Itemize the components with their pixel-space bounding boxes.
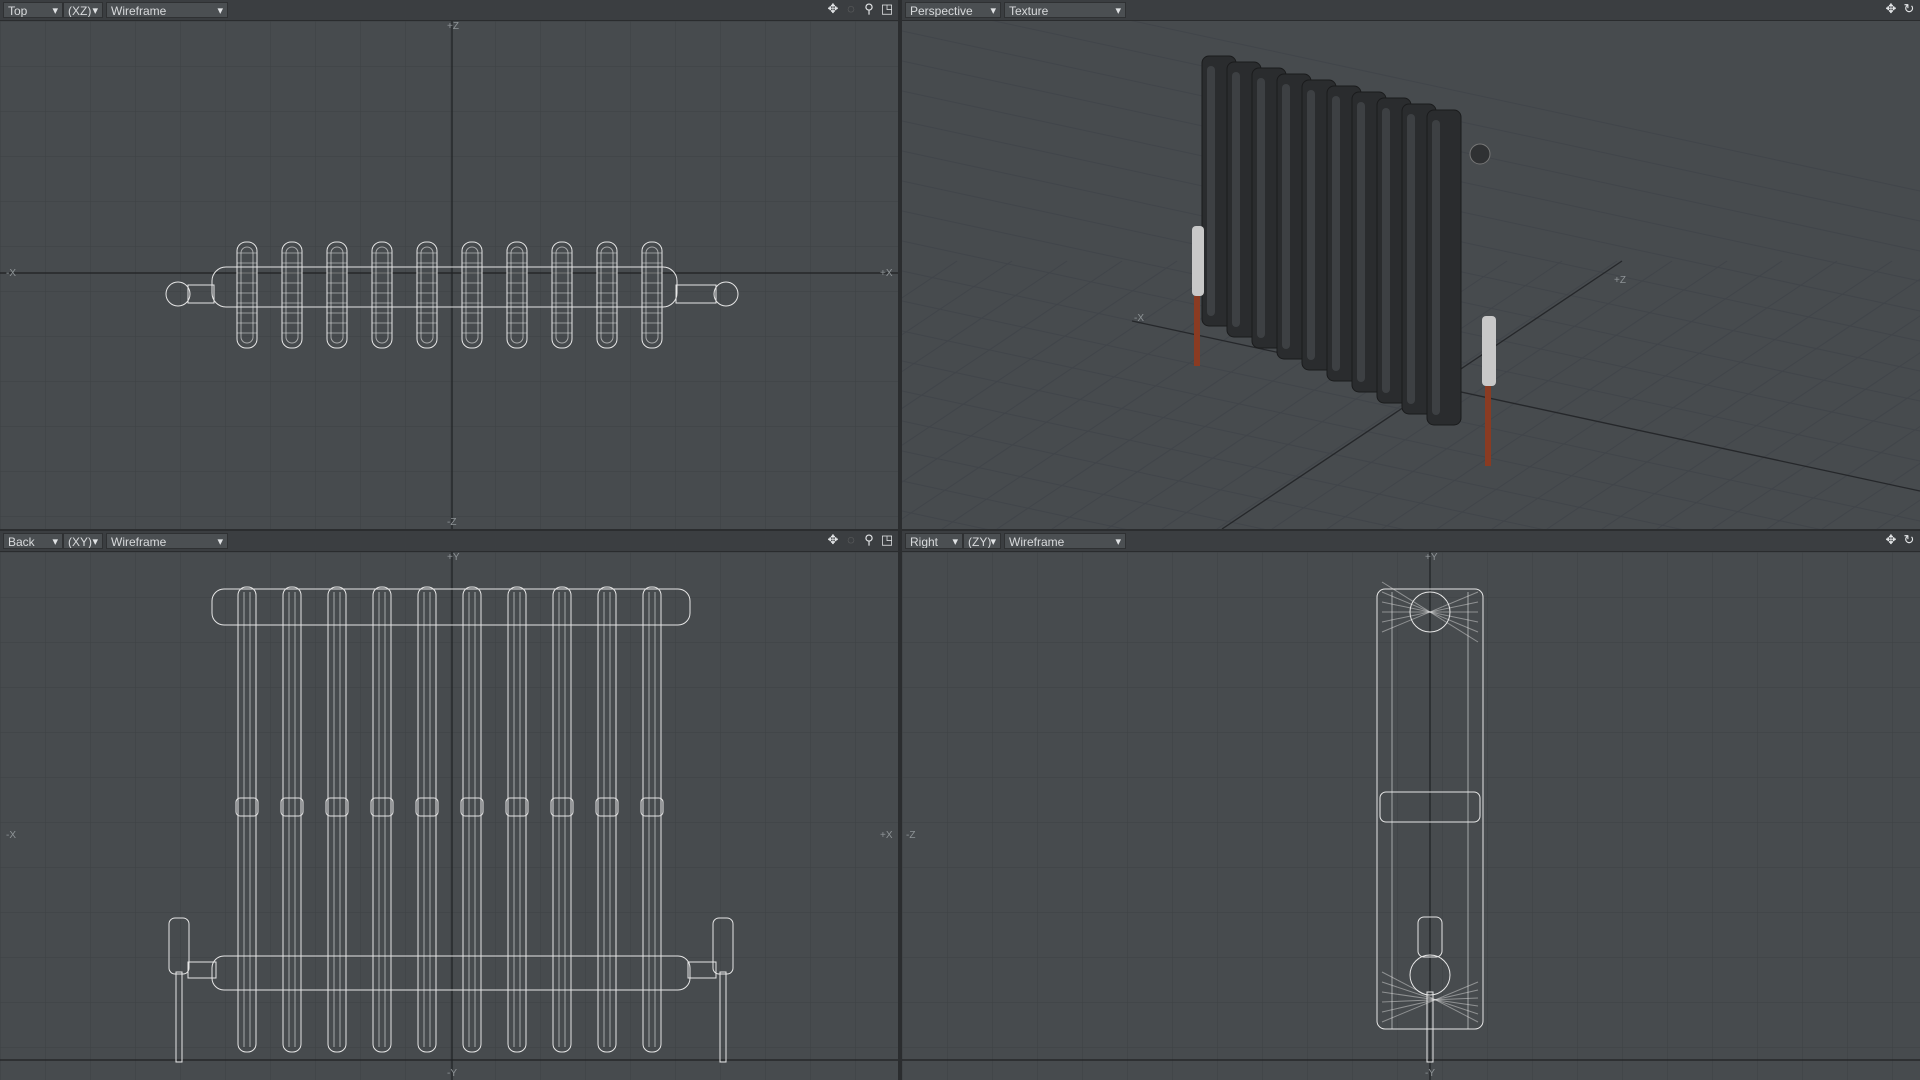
maximize-view-icon[interactable]: ◳ bbox=[880, 2, 894, 16]
rotate-view-icon[interactable]: ◌ bbox=[844, 533, 858, 547]
zoom-view-icon[interactable]: ⚲ bbox=[862, 533, 876, 547]
axis-label-top: +Y bbox=[447, 552, 460, 563]
axis-label-z: +Z bbox=[1614, 275, 1626, 286]
viewport-right[interactable]: Right (ZY) Wireframe ✥ ↻ -Z +Y -Y bbox=[902, 531, 1920, 1080]
viewport-canvas[interactable]: -Z +Y -Y bbox=[902, 552, 1920, 1080]
rotate-view-icon[interactable]: ↻ bbox=[1902, 2, 1916, 16]
viewport-tools: ✥ ◌ ⚲ ◳ bbox=[826, 2, 894, 16]
view-type-select[interactable]: Top bbox=[3, 2, 63, 18]
viewport-tools: ✥ ◌ ⚲ ◳ bbox=[826, 533, 894, 547]
viewport-back[interactable]: Back (XY) Wireframe ✥ ◌ ⚲ ◳ -X +X +Y -Y bbox=[0, 531, 898, 1080]
axis-label-left: -X bbox=[6, 830, 16, 841]
maximize-view-icon[interactable]: ◳ bbox=[880, 533, 894, 547]
render-mode-select[interactable]: Wireframe bbox=[1004, 533, 1126, 549]
bleed-valve bbox=[1469, 143, 1491, 165]
axis-label-top: +Z bbox=[447, 21, 459, 32]
viewport-header: Back (XY) Wireframe ✥ ◌ ⚲ ◳ bbox=[0, 531, 898, 552]
right-view-svg: -Z +Y -Y bbox=[902, 552, 1920, 1080]
viewport-tools: ✥ ↻ bbox=[1884, 533, 1916, 547]
axis-label-right: +X bbox=[880, 830, 893, 841]
viewport-perspective[interactable]: Perspective Texture ✥ ↻ -X +Z bbox=[902, 0, 1920, 529]
view-type-select[interactable]: Right bbox=[905, 533, 963, 549]
viewport-canvas[interactable]: -X +Z bbox=[902, 21, 1920, 529]
move-view-icon[interactable]: ✥ bbox=[1884, 533, 1898, 547]
fin-highlight bbox=[1307, 90, 1315, 360]
move-view-icon[interactable]: ✥ bbox=[1884, 2, 1898, 16]
perspective-view-svg: -X +Z bbox=[902, 21, 1920, 529]
viewport-canvas[interactable]: -X +X +Z -Z bbox=[0, 21, 898, 529]
rotate-view-icon[interactable]: ↻ bbox=[1902, 533, 1916, 547]
fin-highlight bbox=[1232, 72, 1240, 327]
fin-highlight bbox=[1282, 84, 1290, 349]
axis-label-bottom: -Y bbox=[1425, 1068, 1435, 1079]
render-mode-select[interactable]: Texture bbox=[1004, 2, 1126, 18]
zoom-view-icon[interactable]: ⚲ bbox=[862, 2, 876, 16]
viewport-canvas[interactable]: -X +X +Y -Y bbox=[0, 552, 898, 1080]
fin-highlight bbox=[1332, 96, 1340, 371]
fin-highlight bbox=[1357, 102, 1365, 382]
fin-highlight bbox=[1207, 66, 1215, 316]
plane-select[interactable]: (XY) bbox=[63, 533, 103, 549]
fin-highlight bbox=[1432, 120, 1440, 415]
axis-label-left: -Z bbox=[906, 830, 915, 841]
valve-right bbox=[1482, 316, 1496, 386]
fin-highlight bbox=[1382, 108, 1390, 393]
move-view-icon[interactable]: ✥ bbox=[826, 533, 840, 547]
render-mode-select[interactable]: Wireframe bbox=[106, 533, 228, 549]
move-view-icon[interactable]: ✥ bbox=[826, 2, 840, 16]
axis-label-bottom: -Y bbox=[447, 1068, 457, 1079]
top-view-svg: -X +X +Z -Z bbox=[0, 21, 898, 529]
pipe-right bbox=[1485, 386, 1491, 466]
viewport-top[interactable]: Top (XZ) Wireframe ✥ ◌ ⚲ ◳ -X +X +Z -Z bbox=[0, 0, 898, 529]
plane-select[interactable]: (XZ) bbox=[63, 2, 103, 18]
axis-label-left: -X bbox=[6, 268, 16, 279]
viewport-header: Perspective Texture ✥ ↻ bbox=[902, 0, 1920, 21]
back-view-svg: -X +X +Y -Y bbox=[0, 552, 898, 1080]
fin-highlight bbox=[1407, 114, 1415, 404]
axis-label-right: +X bbox=[880, 268, 893, 279]
valve-left bbox=[1192, 226, 1204, 296]
viewport-header: Right (ZY) Wireframe ✥ ↻ bbox=[902, 531, 1920, 552]
viewport-tools: ✥ ↻ bbox=[1884, 2, 1916, 16]
axis-label-x: -X bbox=[1134, 313, 1144, 324]
rotate-view-icon[interactable]: ◌ bbox=[844, 2, 858, 16]
render-mode-select[interactable]: Wireframe bbox=[106, 2, 228, 18]
axis-label-bottom: -Z bbox=[447, 517, 456, 528]
view-type-select[interactable]: Back bbox=[3, 533, 63, 549]
view-type-select[interactable]: Perspective bbox=[905, 2, 1001, 18]
axis-label-top: +Y bbox=[1425, 552, 1438, 563]
viewport-header: Top (XZ) Wireframe ✥ ◌ ⚲ ◳ bbox=[0, 0, 898, 21]
fin-highlight bbox=[1257, 78, 1265, 338]
plane-select[interactable]: (ZY) bbox=[963, 533, 1001, 549]
pipe-left bbox=[1194, 296, 1200, 366]
